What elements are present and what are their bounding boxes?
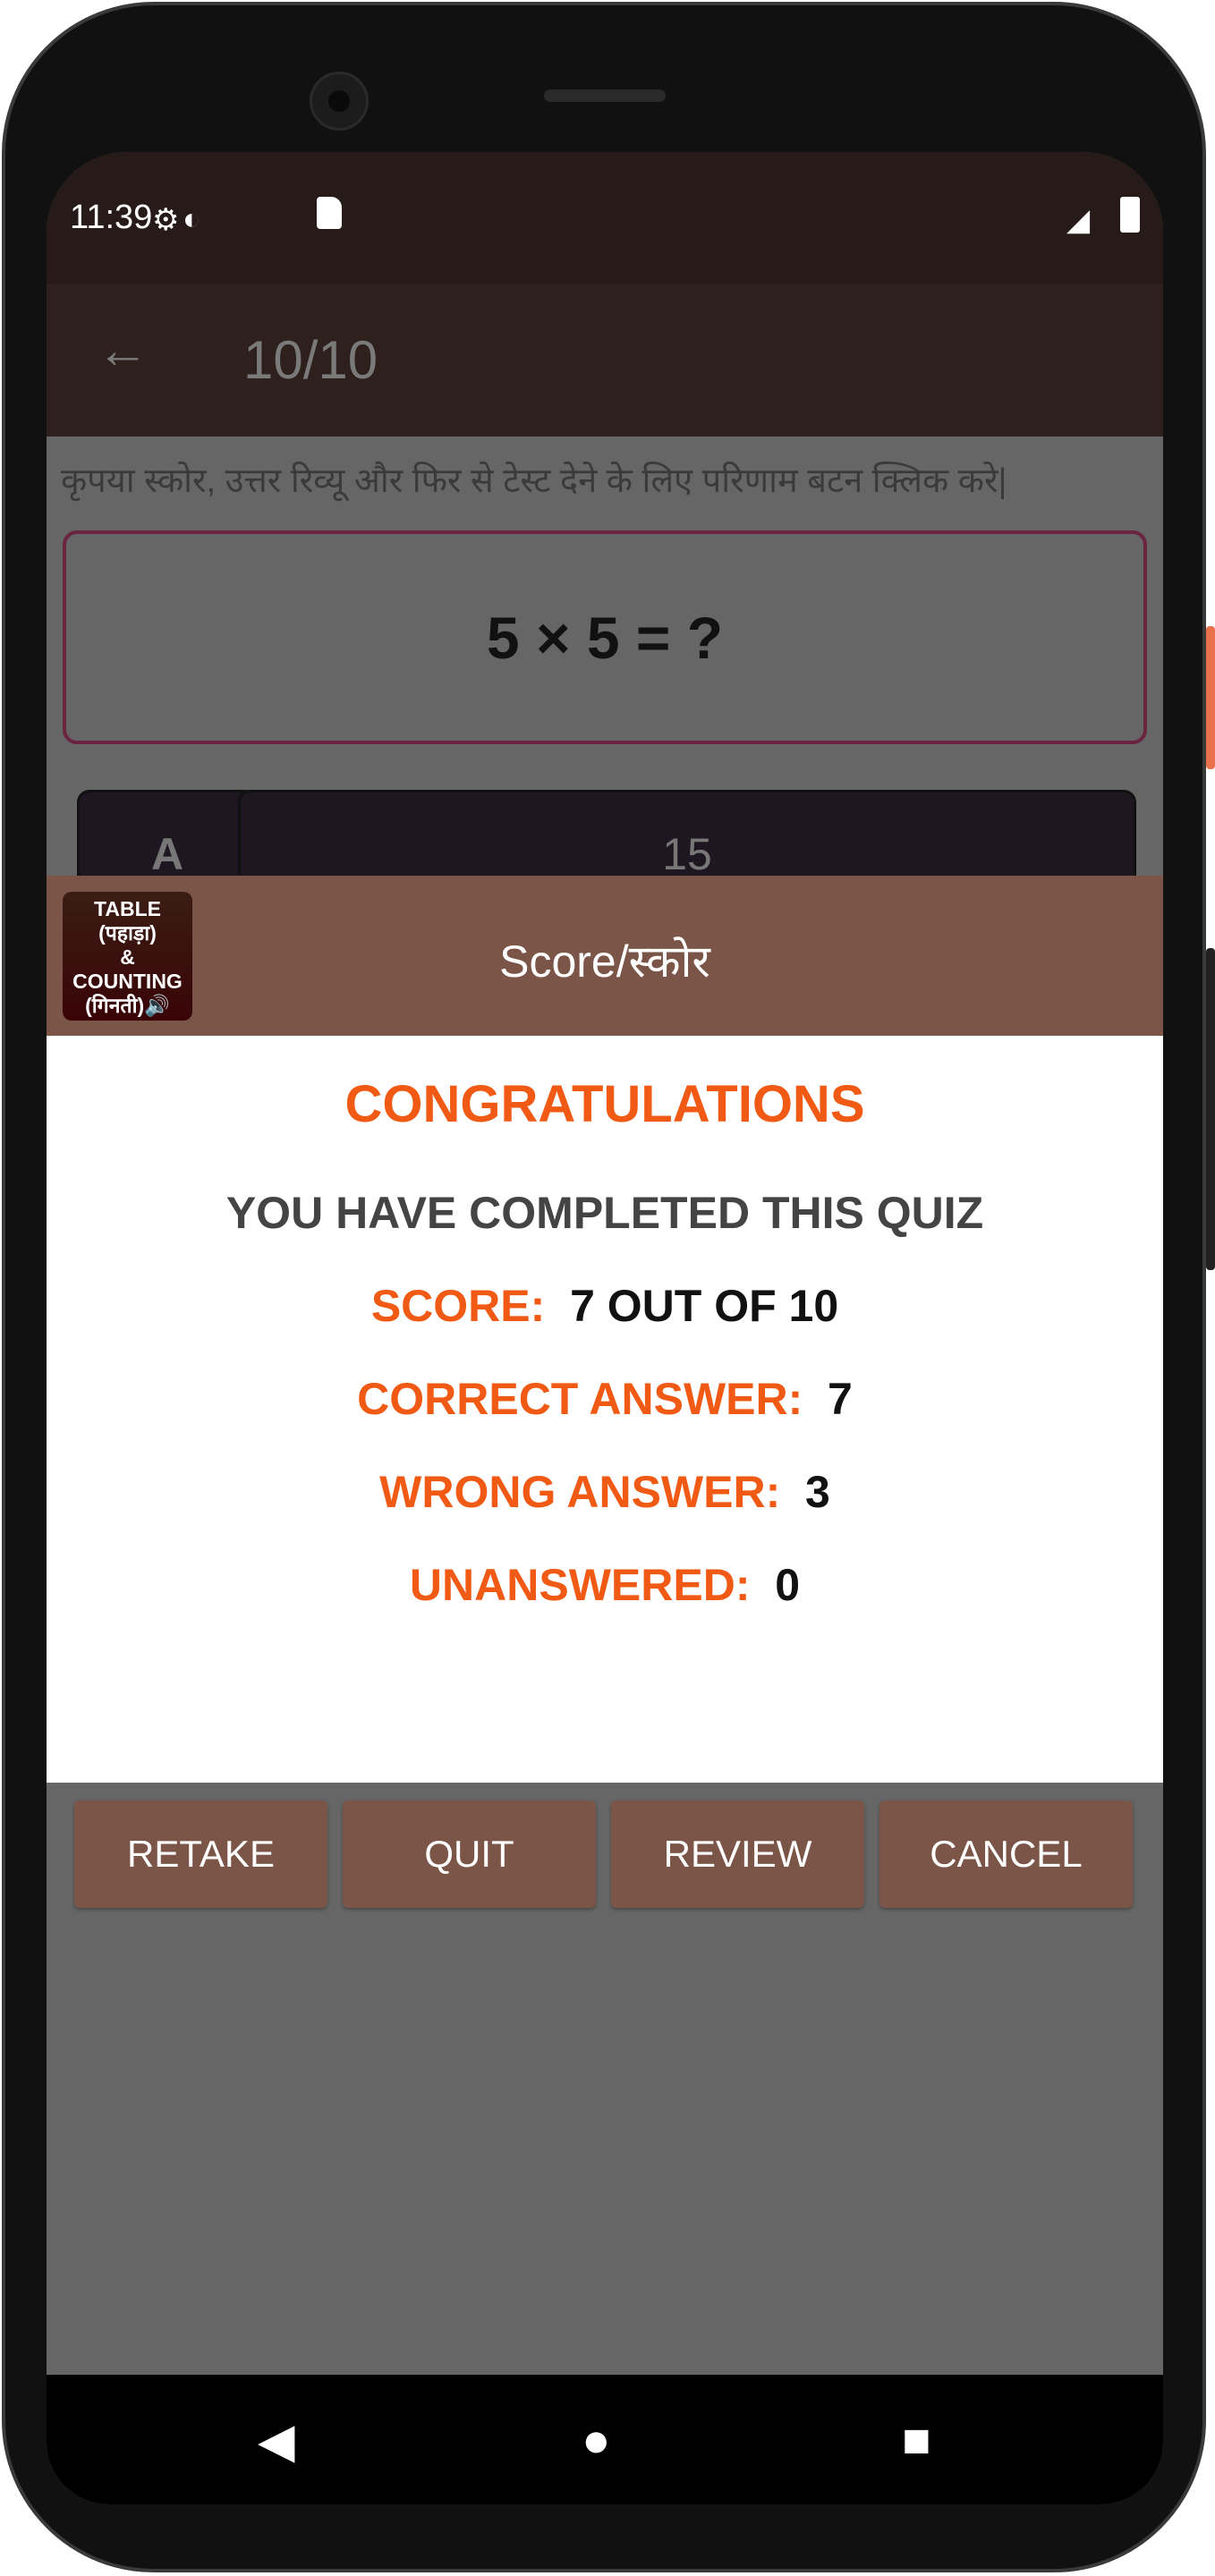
review-button[interactable]: REVIEW [611, 1801, 864, 1908]
correct-row: CORRECT ANSWER: 7 [47, 1373, 1163, 1425]
nav-back-icon[interactable]: ◀ [258, 2412, 295, 2469]
page-title: 10/10 [243, 330, 378, 390]
score-row: SCORE: 7 OUT OF 10 [47, 1280, 1163, 1332]
settings-wifi-icon: ⚙ [152, 203, 180, 237]
score-value: 7 OUT OF 10 [570, 1281, 839, 1331]
cancel-button[interactable]: CANCEL [879, 1801, 1133, 1908]
score-dialog: TABLE (पहाड़ा) & COUNTING (गिनती)🔊 Score… [47, 876, 1163, 1908]
wrong-label: WRONG ANSWER: [379, 1467, 781, 1517]
front-camera [310, 72, 369, 131]
vpn-key-icon: ◐ [183, 202, 201, 236]
question-box: 5 × 5 = ? [63, 530, 1147, 744]
unanswered-value: 0 [775, 1560, 801, 1610]
wrong-value: 3 [805, 1467, 830, 1517]
unanswered-row: UNANSWERED: 0 [47, 1559, 1163, 1611]
signal-off-icon: ◢ [1066, 203, 1091, 237]
screen: 11:39 ⚙ ◐ ◢ ← 10/10 कृपया स्कोर, उत्तर र… [47, 152, 1163, 2504]
correct-label: CORRECT ANSWER: [357, 1374, 803, 1424]
wrong-row: WRONG ANSWER: 3 [47, 1466, 1163, 1518]
correct-value: 7 [828, 1374, 853, 1424]
power-button [1206, 626, 1215, 769]
dialog-title: Score/स्कोर [499, 936, 710, 987]
sd-card-icon [317, 197, 342, 229]
arrow-left-icon[interactable]: ← [97, 320, 149, 380]
status-bar: 11:39 ⚙ ◐ ◢ [47, 152, 1163, 284]
completed-text: YOU HAVE COMPLETED THIS QUIZ [225, 1188, 984, 1238]
app-bar: ← 10/10 [47, 284, 1163, 436]
status-time: 11:39 [70, 199, 153, 236]
congrats-heading: CONGRATULATIONS [344, 1075, 865, 1133]
instruction-text: कृपया स्कोर, उत्तर रिव्यू और फिर से टेस्… [61, 462, 1007, 500]
unanswered-label: UNANSWERED: [409, 1560, 751, 1610]
earpiece-speaker [544, 89, 666, 102]
retake-button[interactable]: RETAKE [74, 1801, 327, 1908]
battery-icon [1120, 197, 1140, 233]
logo-text: TABLE [94, 897, 161, 920]
logo-text: (गिनती)🔊 [85, 994, 170, 1017]
nav-recents-icon[interactable]: ■ [902, 2412, 931, 2468]
nav-home-icon[interactable]: ● [582, 2412, 611, 2468]
quit-button[interactable]: QUIT [343, 1801, 596, 1908]
navigation-bar: ◀ ● ■ [47, 2375, 1163, 2504]
volume-button [1206, 948, 1215, 1270]
score-label: SCORE: [370, 1281, 546, 1331]
dialog-header: TABLE (पहाड़ा) & COUNTING (गिनती)🔊 Score… [47, 876, 1163, 1036]
question-text: 5 × 5 = ? [486, 604, 724, 671]
